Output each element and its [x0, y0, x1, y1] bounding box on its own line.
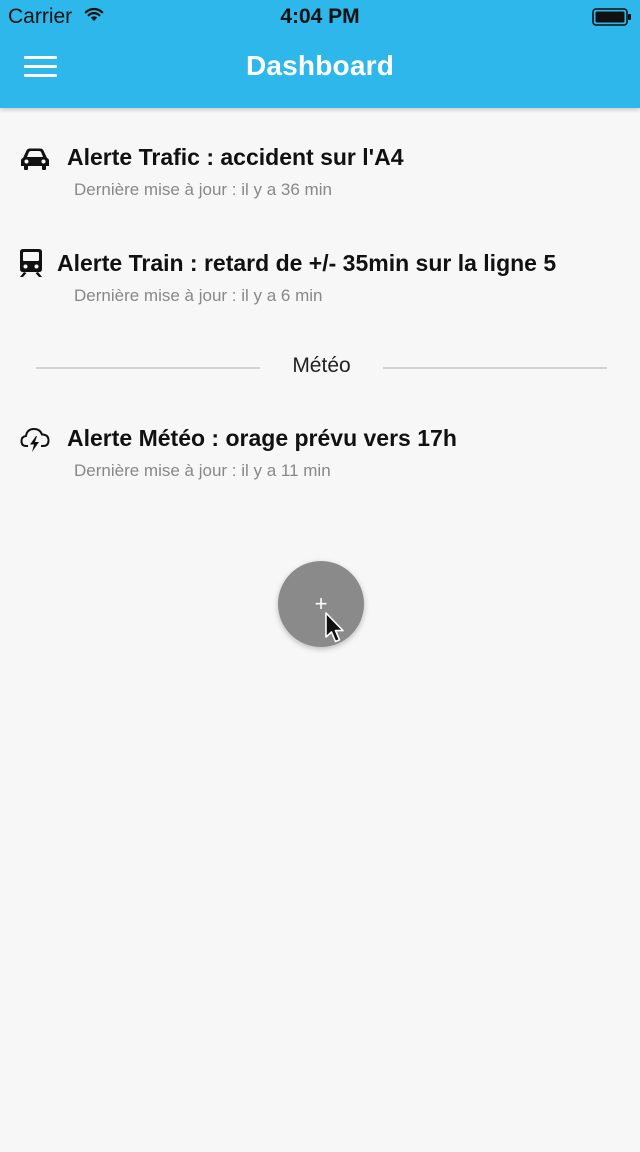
list-item-train-alert[interactable]: Alerte Train : retard de +/- 35min sur l… — [0, 249, 640, 330]
plus-icon: + — [314, 591, 328, 616]
app-screen: Carrier 4:04 PM Dashboard Alerte Trafic … — [0, 0, 640, 1152]
section-label: Météo — [292, 354, 351, 377]
battery-icon — [592, 8, 631, 26]
alert-timestamp: Dernière mise à jour : il y a 11 min — [74, 461, 331, 480]
list-item-weather-alert[interactable]: Alerte Météo : orage prévu vers 17h Dern… — [0, 425, 640, 505]
page-title: Dashboard — [245, 50, 395, 81]
car-icon — [21, 148, 49, 170]
status-time: 4:04 PM — [280, 5, 360, 28]
top-bar: Carrier 4:04 PM Dashboard — [0, 0, 640, 108]
alert-timestamp: Dernière mise à jour : il y a 6 min — [74, 286, 323, 305]
section-divider-weather: Météo — [0, 352, 640, 382]
list-item-traffic-alert[interactable]: Alerte Trafic : accident sur l'A4 Derniè… — [0, 144, 640, 224]
alert-title: Alerte Météo : orage prévu vers 17h — [67, 425, 457, 451]
alert-timestamp: Dernière mise à jour : il y a 36 min — [74, 180, 332, 199]
divider-line — [383, 367, 607, 369]
status-bar: Carrier 4:04 PM — [0, 0, 640, 34]
alert-title: Alerte Trafic : accident sur l'A4 — [67, 144, 404, 170]
train-icon — [20, 249, 42, 277]
alert-title: Alerte Train : retard de +/- 35min sur l… — [57, 250, 557, 276]
mouse-cursor-icon — [325, 612, 344, 643]
add-alert-button[interactable]: + — [278, 561, 364, 647]
storm-cloud-icon — [20, 427, 50, 452]
divider-line — [36, 367, 260, 369]
